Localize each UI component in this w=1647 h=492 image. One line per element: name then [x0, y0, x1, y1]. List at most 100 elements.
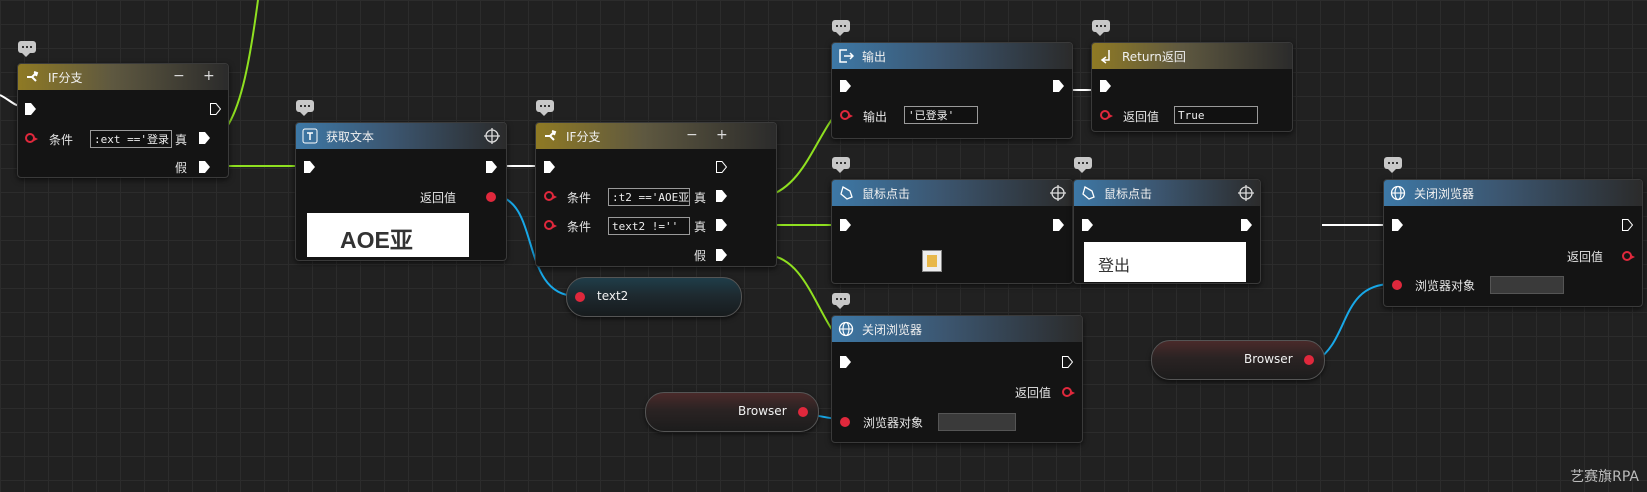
node-header[interactable]: 关闭浏览器 [1384, 180, 1642, 206]
exec-out-pin[interactable] [1053, 219, 1064, 231]
browser-param-input[interactable] [1490, 276, 1564, 294]
node-header[interactable]: 获取文本 [296, 123, 506, 149]
exec-in-pin[interactable] [1100, 80, 1111, 92]
branch-icon [24, 69, 40, 85]
variable-pin[interactable] [1304, 355, 1314, 365]
close-browser-node-1[interactable]: 关闭浏览器 返回值 浏览器对象 [831, 315, 1083, 443]
comment-icon[interactable] [296, 100, 314, 116]
condition-pin[interactable] [25, 133, 38, 143]
return-param-pin[interactable] [1100, 110, 1113, 120]
node-header[interactable]: IF分支 − + [536, 123, 776, 149]
node-header[interactable]: IF分支 − + [18, 64, 228, 90]
true-out-pin[interactable] [716, 190, 727, 202]
comment-icon[interactable] [1074, 157, 1092, 173]
variable-browser-1[interactable]: Browser [645, 392, 819, 432]
exec-in-pin[interactable] [304, 161, 315, 173]
wire-browser2-close2 [1315, 283, 1393, 362]
condition-pin[interactable] [544, 191, 557, 201]
comment-icon[interactable] [1092, 20, 1110, 36]
comment-icon[interactable] [1384, 157, 1402, 173]
exec-out-pin[interactable] [1622, 219, 1633, 231]
variable-pin[interactable] [575, 292, 585, 302]
comment-icon[interactable] [18, 41, 36, 57]
variable-pin[interactable] [798, 407, 808, 417]
get-text-node[interactable]: 获取文本 返回值 AOE亚 [295, 122, 507, 261]
comment-icon[interactable] [832, 293, 850, 309]
return-pin[interactable] [1062, 387, 1075, 397]
exec-out-pin[interactable] [1241, 219, 1252, 231]
flow-canvas[interactable]: IF分支 − + 条件 :ext =='登录' 真 假 获取文本 返回值 AOE… [0, 0, 1647, 492]
return-pin[interactable] [486, 192, 496, 202]
mouse-click-node-2[interactable]: 鼠标点击 登出 [1073, 179, 1261, 284]
exec-out-pin[interactable] [1053, 80, 1064, 92]
node-header[interactable]: 鼠标点击 [832, 180, 1072, 206]
true-out-pin[interactable] [199, 132, 210, 144]
exec-in-pin[interactable] [840, 219, 851, 231]
collapse-button[interactable]: − [173, 68, 185, 84]
comment-icon[interactable] [832, 20, 850, 36]
collapse-button[interactable]: − [686, 127, 698, 143]
captured-image: AOE亚 [307, 213, 469, 257]
condition-pin[interactable] [544, 220, 557, 230]
captured-image-text: 登出 [1098, 256, 1131, 275]
exec-in-pin[interactable] [25, 103, 36, 115]
target-icon[interactable] [1050, 185, 1066, 201]
exec-in-pin[interactable] [1082, 219, 1093, 231]
variable-text2[interactable]: text2 [566, 277, 742, 317]
browser-param-label: 浏览器对象 [1415, 279, 1476, 293]
output-param-input[interactable]: '已登录' [904, 106, 978, 124]
exec-out-pin[interactable] [210, 103, 221, 115]
false-out-pin[interactable] [199, 161, 210, 173]
node-title: 鼠标点击 [1104, 186, 1153, 201]
comment-icon[interactable] [536, 100, 554, 116]
exec-out-pin[interactable] [716, 161, 727, 173]
node-title: 关闭浏览器 [862, 322, 923, 337]
condition-input[interactable]: :ext =='登录' [90, 130, 172, 148]
return-pin[interactable] [1622, 251, 1635, 261]
target-icon[interactable] [484, 128, 500, 144]
exec-out-pin[interactable] [486, 161, 497, 173]
variable-browser-2[interactable]: Browser [1151, 340, 1325, 380]
mouse-click-node-1[interactable]: 鼠标点击 [831, 179, 1073, 284]
output-param-label: 输出 [863, 110, 888, 124]
add-button[interactable]: + [203, 68, 215, 84]
browser-param-pin[interactable] [840, 417, 850, 427]
exec-in-pin[interactable] [1392, 219, 1403, 231]
node-header[interactable]: 关闭浏览器 [832, 316, 1082, 342]
condition-input[interactable]: text2 !='' [608, 217, 690, 235]
exec-in-pin[interactable] [840, 80, 851, 92]
false-out-pin[interactable] [716, 249, 727, 261]
exec-out-pin[interactable] [1062, 356, 1073, 368]
return-label: 返回值 [420, 191, 457, 205]
return-param-input[interactable]: True [1174, 106, 1258, 124]
if-branch-node-2[interactable]: IF分支 − + 条件 :t2 =='AOE亚' 真 条件 text2 !=''… [535, 122, 777, 267]
node-title: 关闭浏览器 [1414, 186, 1475, 201]
false-label: 假 [175, 161, 188, 175]
exec-in-pin[interactable] [544, 161, 555, 173]
return-node[interactable]: Return返回 返回值 True [1091, 42, 1293, 132]
node-title: 获取文本 [326, 129, 375, 144]
branch-icon [542, 128, 558, 144]
if-branch-node-1[interactable]: IF分支 − + 条件 :ext =='登录' 真 假 [17, 63, 229, 178]
comment-icon[interactable] [832, 157, 850, 173]
condition-input[interactable]: :t2 =='AOE亚' [608, 188, 690, 206]
exec-in-pin[interactable] [840, 356, 851, 368]
true-out-pin[interactable] [716, 219, 727, 231]
node-header[interactable]: 鼠标点击 [1074, 180, 1260, 206]
variable-name: Browser [738, 404, 787, 418]
close-browser-node-2[interactable]: 关闭浏览器 返回值 浏览器对象 [1383, 179, 1643, 307]
target-icon[interactable] [1238, 185, 1254, 201]
condition-label: 条件 [567, 220, 592, 234]
browser-param-pin[interactable] [1392, 280, 1402, 290]
node-header[interactable]: 输出 [832, 43, 1072, 69]
return-label: 返回值 [1567, 250, 1604, 264]
browser-param-input[interactable] [938, 413, 1016, 431]
text-icon [302, 128, 318, 144]
node-header[interactable]: Return返回 [1092, 43, 1292, 69]
output-node[interactable]: 输出 输出 '已登录' [831, 42, 1073, 139]
watermark: 艺赛旗RPA [1570, 469, 1639, 485]
return-icon [1098, 48, 1114, 64]
node-title: IF分支 [566, 129, 601, 144]
add-button[interactable]: + [716, 127, 728, 143]
output-param-pin[interactable] [840, 110, 853, 120]
